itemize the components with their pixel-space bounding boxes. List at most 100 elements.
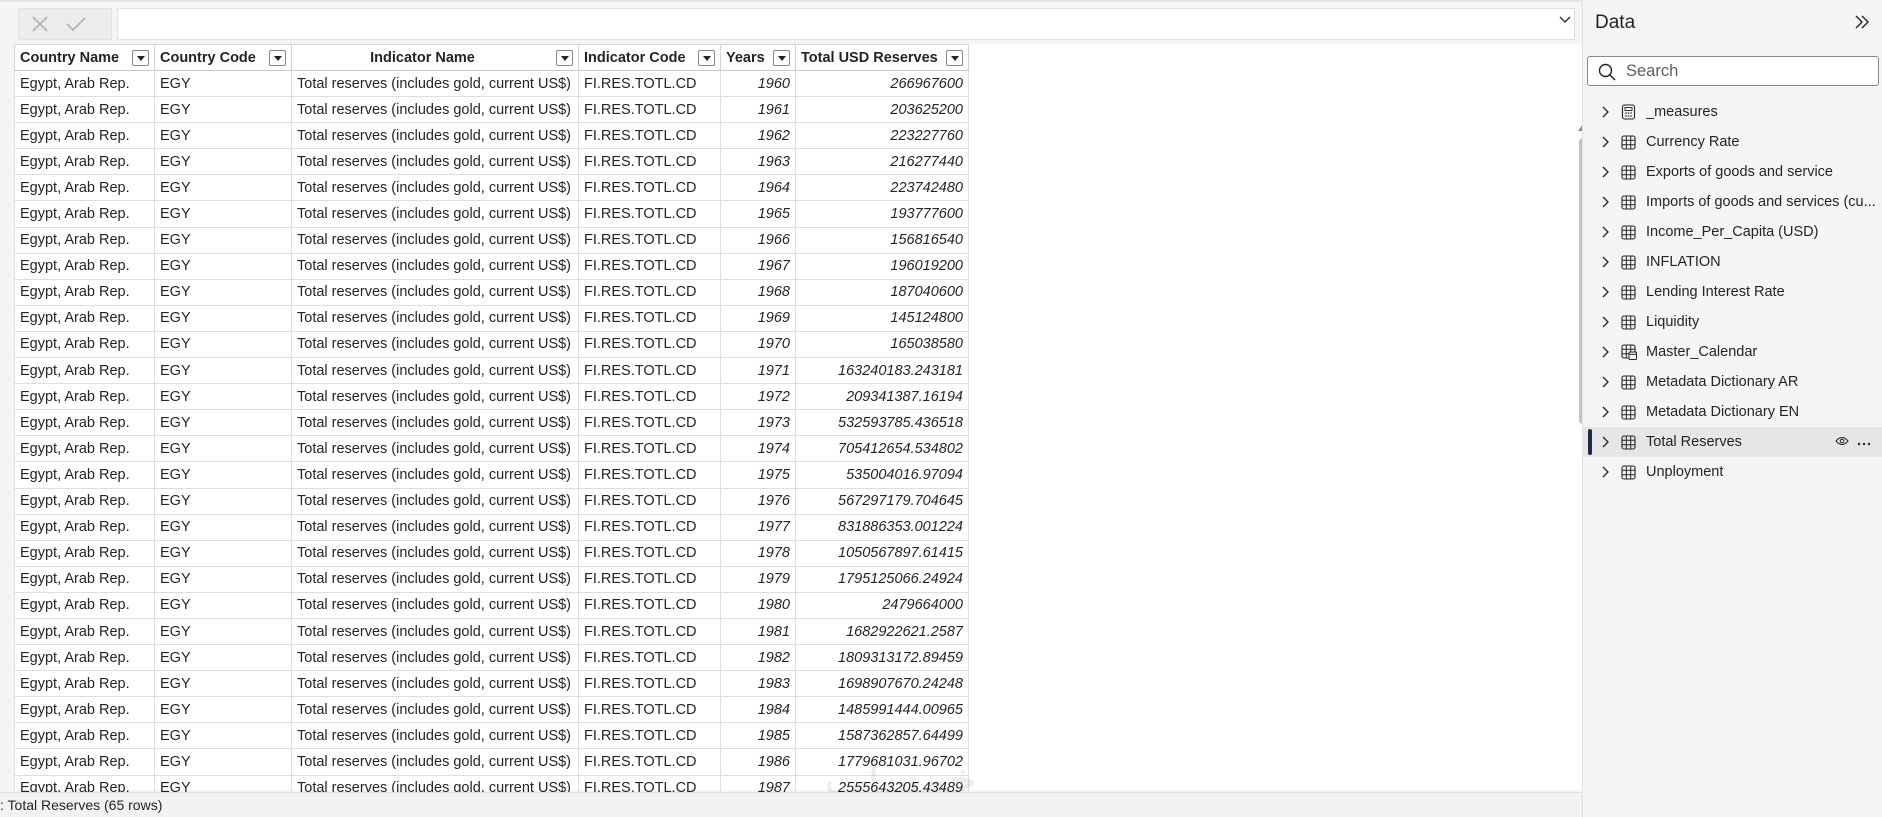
cell-indicator-code[interactable]: FI.RES.TOTL.CD [578, 278, 721, 306]
cell-total-usd-reserves[interactable]: 187040600 [795, 278, 969, 306]
cell-years[interactable]: 1972 [720, 383, 796, 411]
cell-years[interactable]: 1961 [720, 96, 796, 124]
cell-country-code[interactable]: EGY [154, 591, 292, 619]
chevron-down-icon[interactable] [1558, 12, 1572, 31]
cell-indicator-code[interactable]: FI.RES.TOTL.CD [578, 722, 721, 750]
cell-total-usd-reserves[interactable]: 193777600 [795, 200, 969, 228]
cell-country-code[interactable]: EGY [154, 148, 292, 176]
cell-total-usd-reserves[interactable]: 1050567897.61415 [795, 539, 969, 567]
chevron-right-icon[interactable] [1601, 105, 1613, 119]
search-input[interactable] [1626, 59, 1871, 83]
cell-country-code[interactable]: EGY [154, 383, 292, 411]
cancel-icon[interactable] [31, 15, 49, 33]
cell-country-name[interactable]: Egypt, Arab Rep. [14, 461, 155, 489]
cell-indicator-name[interactable]: Total reserves (includes gold, current U… [291, 252, 579, 280]
cell-indicator-code[interactable]: FI.RES.TOTL.CD [578, 226, 721, 254]
cell-total-usd-reserves[interactable]: 223742480 [795, 174, 969, 202]
filter-dropdown-icon[interactable] [773, 50, 790, 66]
cell-indicator-name[interactable]: Total reserves (includes gold, current U… [291, 278, 579, 306]
cell-indicator-code[interactable]: FI.RES.TOTL.CD [578, 461, 721, 489]
cell-years[interactable]: 1966 [720, 226, 796, 254]
cell-indicator-name[interactable]: Total reserves (includes gold, current U… [291, 174, 579, 202]
collapse-pane-icon[interactable] [1854, 14, 1870, 35]
cell-country-code[interactable]: EGY [154, 174, 292, 202]
cell-total-usd-reserves[interactable]: 831886353.001224 [795, 513, 969, 541]
chevron-right-icon[interactable] [1601, 315, 1613, 329]
cell-total-usd-reserves[interactable]: 535004016.97094 [795, 461, 969, 489]
cell-indicator-name[interactable]: Total reserves (includes gold, current U… [291, 748, 579, 776]
cell-country-name[interactable]: Egypt, Arab Rep. [14, 330, 155, 359]
cell-country-name[interactable]: Egypt, Arab Rep. [14, 122, 155, 150]
chevron-right-icon[interactable] [1601, 345, 1613, 359]
field-item-inflation[interactable]: INFLATION [1583, 247, 1882, 277]
cell-years[interactable]: 1983 [720, 670, 796, 698]
cell-years[interactable]: 1985 [720, 722, 796, 750]
cell-indicator-code[interactable]: FI.RES.TOTL.CD [578, 330, 721, 359]
cell-years[interactable]: 1962 [720, 122, 796, 150]
filter-dropdown-icon[interactable] [269, 50, 286, 66]
cell-country-name[interactable]: Egypt, Arab Rep. [14, 226, 155, 254]
column-header-country-name[interactable]: Country Name [14, 44, 155, 71]
cell-years[interactable]: 1973 [720, 409, 796, 437]
cell-total-usd-reserves[interactable]: 1795125066.24924 [795, 565, 969, 593]
cell-total-usd-reserves[interactable]: 156816540 [795, 226, 969, 254]
cell-country-code[interactable]: EGY [154, 226, 292, 254]
cell-total-usd-reserves[interactable]: 1587362857.64499 [795, 722, 969, 750]
cell-total-usd-reserves[interactable]: 266967600 [795, 69, 969, 98]
cell-country-code[interactable]: EGY [154, 644, 292, 672]
cell-country-code[interactable]: EGY [154, 252, 292, 280]
chevron-right-icon[interactable] [1601, 165, 1613, 179]
cell-indicator-code[interactable]: FI.RES.TOTL.CD [578, 748, 721, 776]
cell-country-code[interactable]: EGY [154, 96, 292, 124]
field-item-income-per-capita-usd[interactable]: Income_Per_Capita (USD) [1583, 217, 1882, 247]
cell-country-name[interactable]: Egypt, Arab Rep. [14, 644, 155, 672]
cell-country-name[interactable]: Egypt, Arab Rep. [14, 96, 155, 124]
cell-country-name[interactable]: Egypt, Arab Rep. [14, 617, 155, 646]
cell-total-usd-reserves[interactable]: 1698907670.24248 [795, 670, 969, 698]
cell-indicator-name[interactable]: Total reserves (includes gold, current U… [291, 200, 579, 228]
cell-years[interactable]: 1964 [720, 174, 796, 202]
cell-total-usd-reserves[interactable]: 705412654.534802 [795, 435, 969, 463]
cell-indicator-code[interactable]: FI.RES.TOTL.CD [578, 69, 721, 98]
cell-indicator-code[interactable]: FI.RES.TOTL.CD [578, 357, 721, 385]
chevron-right-icon[interactable] [1601, 465, 1613, 479]
cell-indicator-name[interactable]: Total reserves (includes gold, current U… [291, 565, 579, 593]
field-item-measures[interactable]: _measures [1583, 97, 1882, 127]
cell-total-usd-reserves[interactable]: 2479664000 [795, 591, 969, 619]
cell-years[interactable]: 1971 [720, 357, 796, 385]
filter-dropdown-icon[interactable] [556, 50, 573, 66]
cell-years[interactable]: 1965 [720, 200, 796, 228]
cell-country-code[interactable]: EGY [154, 69, 292, 98]
cell-indicator-code[interactable]: FI.RES.TOTL.CD [578, 539, 721, 567]
cell-years[interactable]: 1974 [720, 435, 796, 463]
cell-indicator-code[interactable]: FI.RES.TOTL.CD [578, 252, 721, 280]
cell-years[interactable]: 1975 [720, 461, 796, 489]
check-icon[interactable] [65, 15, 87, 33]
cell-indicator-name[interactable]: Total reserves (includes gold, current U… [291, 69, 579, 98]
cell-years[interactable]: 1979 [720, 565, 796, 593]
cell-indicator-name[interactable]: Total reserves (includes gold, current U… [291, 487, 579, 515]
cell-indicator-code[interactable]: FI.RES.TOTL.CD [578, 435, 721, 463]
cell-total-usd-reserves[interactable]: 567297179.704645 [795, 487, 969, 515]
cell-indicator-code[interactable]: FI.RES.TOTL.CD [578, 148, 721, 176]
chevron-right-icon[interactable] [1601, 225, 1613, 239]
cell-indicator-code[interactable]: FI.RES.TOTL.CD [578, 383, 721, 411]
cell-country-code[interactable]: EGY [154, 278, 292, 306]
cell-country-code[interactable]: EGY [154, 461, 292, 489]
cell-years[interactable]: 1969 [720, 304, 796, 332]
cell-total-usd-reserves[interactable]: 209341387.16194 [795, 383, 969, 411]
cell-indicator-code[interactable]: FI.RES.TOTL.CD [578, 409, 721, 437]
cell-years[interactable]: 1960 [720, 69, 796, 98]
chevron-right-icon[interactable] [1601, 405, 1613, 419]
cell-indicator-code[interactable]: FI.RES.TOTL.CD [578, 174, 721, 202]
cell-country-code[interactable]: EGY [154, 330, 292, 359]
cell-country-name[interactable]: Egypt, Arab Rep. [14, 513, 155, 541]
cell-years[interactable]: 1982 [720, 644, 796, 672]
cell-total-usd-reserves[interactable]: 532593785.436518 [795, 409, 969, 437]
cell-indicator-name[interactable]: Total reserves (includes gold, current U… [291, 461, 579, 489]
cell-country-code[interactable]: EGY [154, 487, 292, 515]
cell-years[interactable]: 1984 [720, 696, 796, 724]
chevron-right-icon[interactable] [1601, 435, 1613, 449]
cell-country-code[interactable]: EGY [154, 565, 292, 593]
cell-country-code[interactable]: EGY [154, 304, 292, 332]
